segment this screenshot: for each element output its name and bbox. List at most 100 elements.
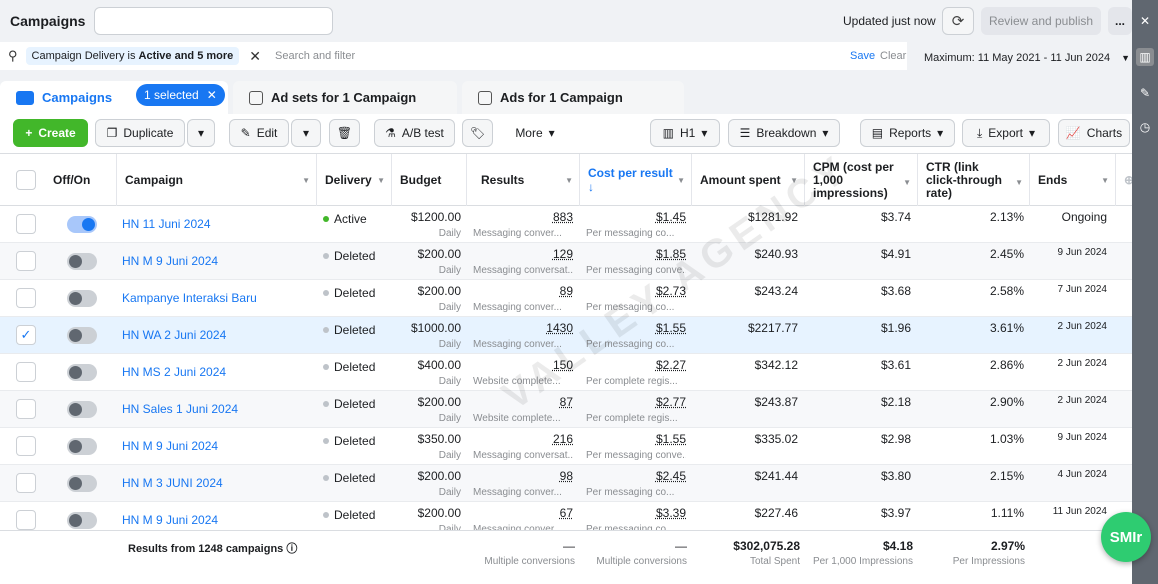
table-row[interactable]: HN M 9 Juni 2024 Deleted $200.00 Daily 129 Me… xyxy=(0,243,1132,280)
table-row[interactable]: HN 11 Juni 2024 Active $1200.00 Daily 883 Mes… xyxy=(0,206,1132,243)
tab-ads[interactable]: Ads for 1 Campaign xyxy=(462,81,684,114)
more-options-button[interactable]: ... xyxy=(1108,7,1132,35)
results-value[interactable]: 883 xyxy=(467,210,573,224)
edit-button[interactable]: ✎ Edit xyxy=(229,119,289,147)
header-ends[interactable]: Ends ▼ xyxy=(1030,154,1116,206)
cost-per-result-value[interactable]: $2.45 xyxy=(580,469,686,483)
toggle-knob xyxy=(69,366,82,379)
ab-test-button[interactable]: ⚗ A/B test xyxy=(374,119,455,147)
header-delivery[interactable]: Delivery ▼ xyxy=(317,154,392,206)
add-column-icon[interactable]: ⊕ xyxy=(1116,154,1132,206)
filter-bar[interactable]: ⚲ Campaign Delivery is Active and 5 more… xyxy=(0,42,907,70)
edit-menu-button[interactable]: ▾ xyxy=(291,119,321,147)
refresh-button[interactable]: ⟳ xyxy=(942,7,974,35)
close-icon[interactable]: ✕ xyxy=(1136,12,1154,30)
cpm-value: $3.80 xyxy=(880,469,911,483)
campaign-toggle[interactable] xyxy=(67,438,97,455)
more-button[interactable]: More ▾ xyxy=(500,119,570,147)
row-checkbox[interactable] xyxy=(16,362,36,382)
tag-button[interactable]: 🏷 xyxy=(462,119,493,147)
campaign-toggle[interactable] xyxy=(67,216,97,233)
review-publish-button[interactable]: Review and publish xyxy=(981,7,1101,35)
chart-icon[interactable]: ▥ xyxy=(1136,48,1154,66)
charts-button[interactable]: 📈 Charts xyxy=(1058,119,1130,147)
cost-per-result-value[interactable]: $1.45 xyxy=(580,210,686,224)
close-icon[interactable]: ✕ xyxy=(207,88,217,102)
remove-filter-icon[interactable]: ✕ xyxy=(249,48,261,65)
header-campaign[interactable]: Campaign ▼ xyxy=(117,154,317,206)
budget-sub: Daily xyxy=(438,228,461,239)
cost-per-result-value[interactable]: $1.55 xyxy=(580,432,686,446)
campaign-toggle[interactable] xyxy=(67,401,97,418)
results-sub: Messaging conversat... xyxy=(473,450,573,461)
delivery-label: Deleted xyxy=(334,286,376,300)
save-filter-link[interactable]: Save xyxy=(850,50,875,62)
info-icon[interactable]: ⓘ xyxy=(286,543,297,555)
export-button[interactable]: ⤓ Export ▾ xyxy=(962,119,1050,147)
date-range-picker[interactable]: Maximum: 11 May 2021 - 11 Jun 2024 ▼ xyxy=(912,44,1132,72)
header-offon[interactable]: Off/On xyxy=(45,154,117,206)
duplicate-menu-button[interactable]: ▾ xyxy=(187,119,215,147)
reports-button[interactable]: ▤ Reports ▾ xyxy=(860,119,955,147)
breakdown-button[interactable]: ☰ Breakdown ▾ xyxy=(728,119,840,147)
table-row[interactable]: HN M 3 JUNI 2024 Deleted $200.00 Daily 98 Mes… xyxy=(0,465,1132,502)
selected-pill[interactable]: 1 selected ✕ xyxy=(136,84,225,106)
budget-sub: Daily xyxy=(438,302,461,313)
header-budget[interactable]: Budget xyxy=(392,154,467,206)
header-results[interactable]: Results ▼ xyxy=(467,154,580,206)
results-value[interactable]: 1430 xyxy=(467,321,573,335)
cost-per-result-value[interactable]: $2.77 xyxy=(580,395,686,409)
chevron-down-icon: ▼ xyxy=(1121,53,1130,63)
results-value[interactable]: 98 xyxy=(467,469,573,483)
columns-button[interactable]: ▥ H1 ▾ xyxy=(650,119,720,147)
chat-widget-button[interactable]: SMIr xyxy=(1101,512,1151,562)
campaign-toggle[interactable] xyxy=(67,290,97,307)
delete-button[interactable]: 🗑 xyxy=(329,119,360,147)
results-value[interactable]: 216 xyxy=(467,432,573,446)
header-ctr[interactable]: CTR (link click-through rate) ▼ xyxy=(918,154,1030,206)
campaign-name-link[interactable]: HN M 9 Juni 2024 xyxy=(122,513,218,530)
row-checkbox[interactable] xyxy=(16,510,36,530)
results-value[interactable]: 89 xyxy=(467,284,573,298)
table-row[interactable]: Kampanye Interaksi Baru Deleted $200.00 Dai… xyxy=(0,280,1132,317)
row-checkbox[interactable] xyxy=(16,214,36,234)
row-checkbox[interactable] xyxy=(16,399,36,419)
select-all-checkbox[interactable] xyxy=(16,170,36,190)
search-icon: ⚲ xyxy=(8,48,18,63)
budget-value: $1200.00 xyxy=(410,210,461,224)
table-row[interactable]: HN M 9 Juni 2024 Deleted $200.00 Daily 67 Mes… xyxy=(0,502,1132,530)
table-row[interactable]: HN Sales 1 Juni 2024 Deleted $200.00 Daily 8… xyxy=(0,391,1132,428)
campaign-toggle[interactable] xyxy=(67,475,97,492)
search-input[interactable]: Search and filter xyxy=(275,50,355,62)
results-sub: Messaging conver... xyxy=(473,228,562,239)
campaign-toggle[interactable] xyxy=(67,327,97,344)
tab-ads-label: Ads for 1 Campaign xyxy=(500,90,623,105)
cost-per-result-value[interactable]: $3.39 xyxy=(580,506,686,520)
duplicate-button[interactable]: ❐ Duplicate xyxy=(95,119,185,147)
amount-spent-value: $241.44 xyxy=(754,469,798,483)
filter-chip[interactable]: Campaign Delivery is Active and 5 more xyxy=(25,47,240,65)
results-value[interactable]: 129 xyxy=(467,247,573,261)
row-checkbox[interactable] xyxy=(16,436,36,456)
row-checkbox[interactable]: ✓ xyxy=(16,325,36,345)
amount-spent-value: $2217.77 xyxy=(747,321,798,335)
row-checkbox[interactable] xyxy=(16,473,36,493)
row-checkbox[interactable] xyxy=(16,251,36,271)
campaign-name-field[interactable] xyxy=(94,7,333,35)
cpm-value: $3.68 xyxy=(880,284,911,298)
create-button[interactable]: + Create xyxy=(13,119,88,147)
clock-icon[interactable]: ◷ xyxy=(1136,118,1154,136)
campaign-toggle[interactable] xyxy=(67,253,97,270)
pencil-icon[interactable]: ✎ xyxy=(1136,84,1154,102)
row-checkbox[interactable] xyxy=(16,288,36,308)
table-row[interactable]: HN M 9 Juni 2024 Deleted $350.00 Daily 216 Me… xyxy=(0,428,1132,465)
campaign-toggle[interactable] xyxy=(67,364,97,381)
tab-adsets[interactable]: Ad sets for 1 Campaign xyxy=(233,81,457,114)
header-cost-per-result[interactable]: Cost per result ↓ ▼ xyxy=(580,154,692,206)
campaign-toggle[interactable] xyxy=(67,512,97,529)
header-select-all[interactable] xyxy=(0,154,45,206)
footer-ctr: 2.97% xyxy=(990,539,1025,553)
results-value[interactable]: 67 xyxy=(467,506,573,520)
sort-icon: ▼ xyxy=(677,176,685,185)
clear-filter-link[interactable]: Clear xyxy=(880,50,906,62)
